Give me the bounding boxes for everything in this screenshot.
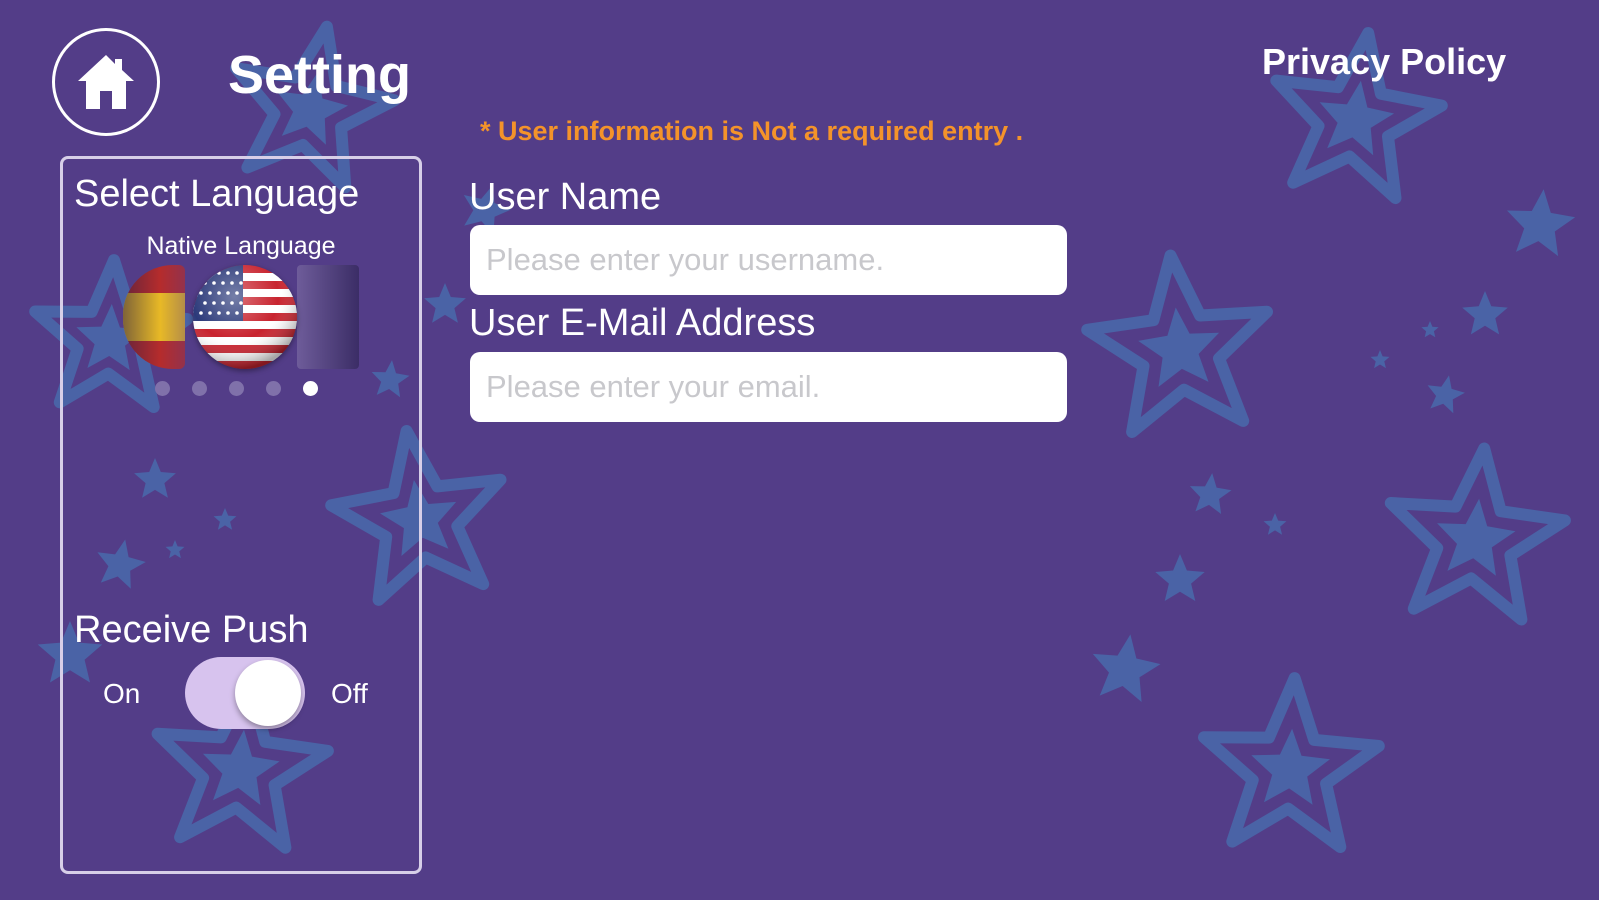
star-decoration xyxy=(1462,291,1508,335)
push-toggle[interactable] xyxy=(185,657,305,729)
home-button[interactable] xyxy=(52,28,160,136)
star-decoration xyxy=(1198,672,1385,853)
star-decoration xyxy=(1138,307,1220,387)
star-decoration xyxy=(1370,350,1390,369)
push-on-label: On xyxy=(103,678,141,709)
page-title: Setting xyxy=(228,45,411,105)
push-off-label: Off xyxy=(331,678,368,709)
star-decoration xyxy=(1384,442,1571,626)
toggle-knob[interactable] xyxy=(235,660,301,726)
privacy-policy-link[interactable]: Privacy Policy xyxy=(1262,40,1506,84)
blank-flag[interactable] xyxy=(297,265,359,369)
pager-dot[interactable] xyxy=(155,381,170,396)
username-label: User Name xyxy=(469,176,662,218)
push-toggle-row: On Off xyxy=(63,653,419,733)
optional-entry-notice: * User information is Not a required ent… xyxy=(480,116,1024,146)
pager-dot[interactable] xyxy=(229,381,244,396)
pager-dot[interactable] xyxy=(266,381,281,396)
pager-dot[interactable] xyxy=(192,381,207,396)
star-decoration xyxy=(424,283,466,323)
star-decoration xyxy=(1421,321,1439,338)
us-flag-icon[interactable] xyxy=(193,265,297,369)
email-input[interactable] xyxy=(470,352,1067,422)
star-decoration xyxy=(1155,554,1205,601)
star-decoration xyxy=(1507,189,1576,257)
star-decoration xyxy=(1092,634,1161,702)
star-decoration xyxy=(1427,375,1465,414)
star-decoration xyxy=(1251,728,1330,805)
select-language-heading: Select Language xyxy=(74,173,360,215)
star-decoration xyxy=(1263,513,1287,535)
language-pager[interactable] xyxy=(155,381,318,401)
language-carousel[interactable] xyxy=(121,263,361,373)
email-label: User E-Mail Address xyxy=(469,302,816,344)
pager-dot[interactable] xyxy=(303,381,318,396)
star-decoration xyxy=(1437,498,1516,576)
home-icon xyxy=(78,55,134,109)
star-decoration xyxy=(1319,80,1395,156)
spain-flag-icon[interactable] xyxy=(123,265,185,369)
left-settings-panel: Select Language Native Language Receive … xyxy=(60,156,422,874)
username-input[interactable] xyxy=(470,225,1067,295)
native-language-label: Native Language xyxy=(146,232,336,260)
receive-push-heading: Receive Push xyxy=(74,609,309,651)
star-decoration xyxy=(1081,249,1273,438)
star-decoration xyxy=(1189,473,1232,514)
settings-screen: Setting Privacy Policy * User informatio… xyxy=(0,0,1599,900)
